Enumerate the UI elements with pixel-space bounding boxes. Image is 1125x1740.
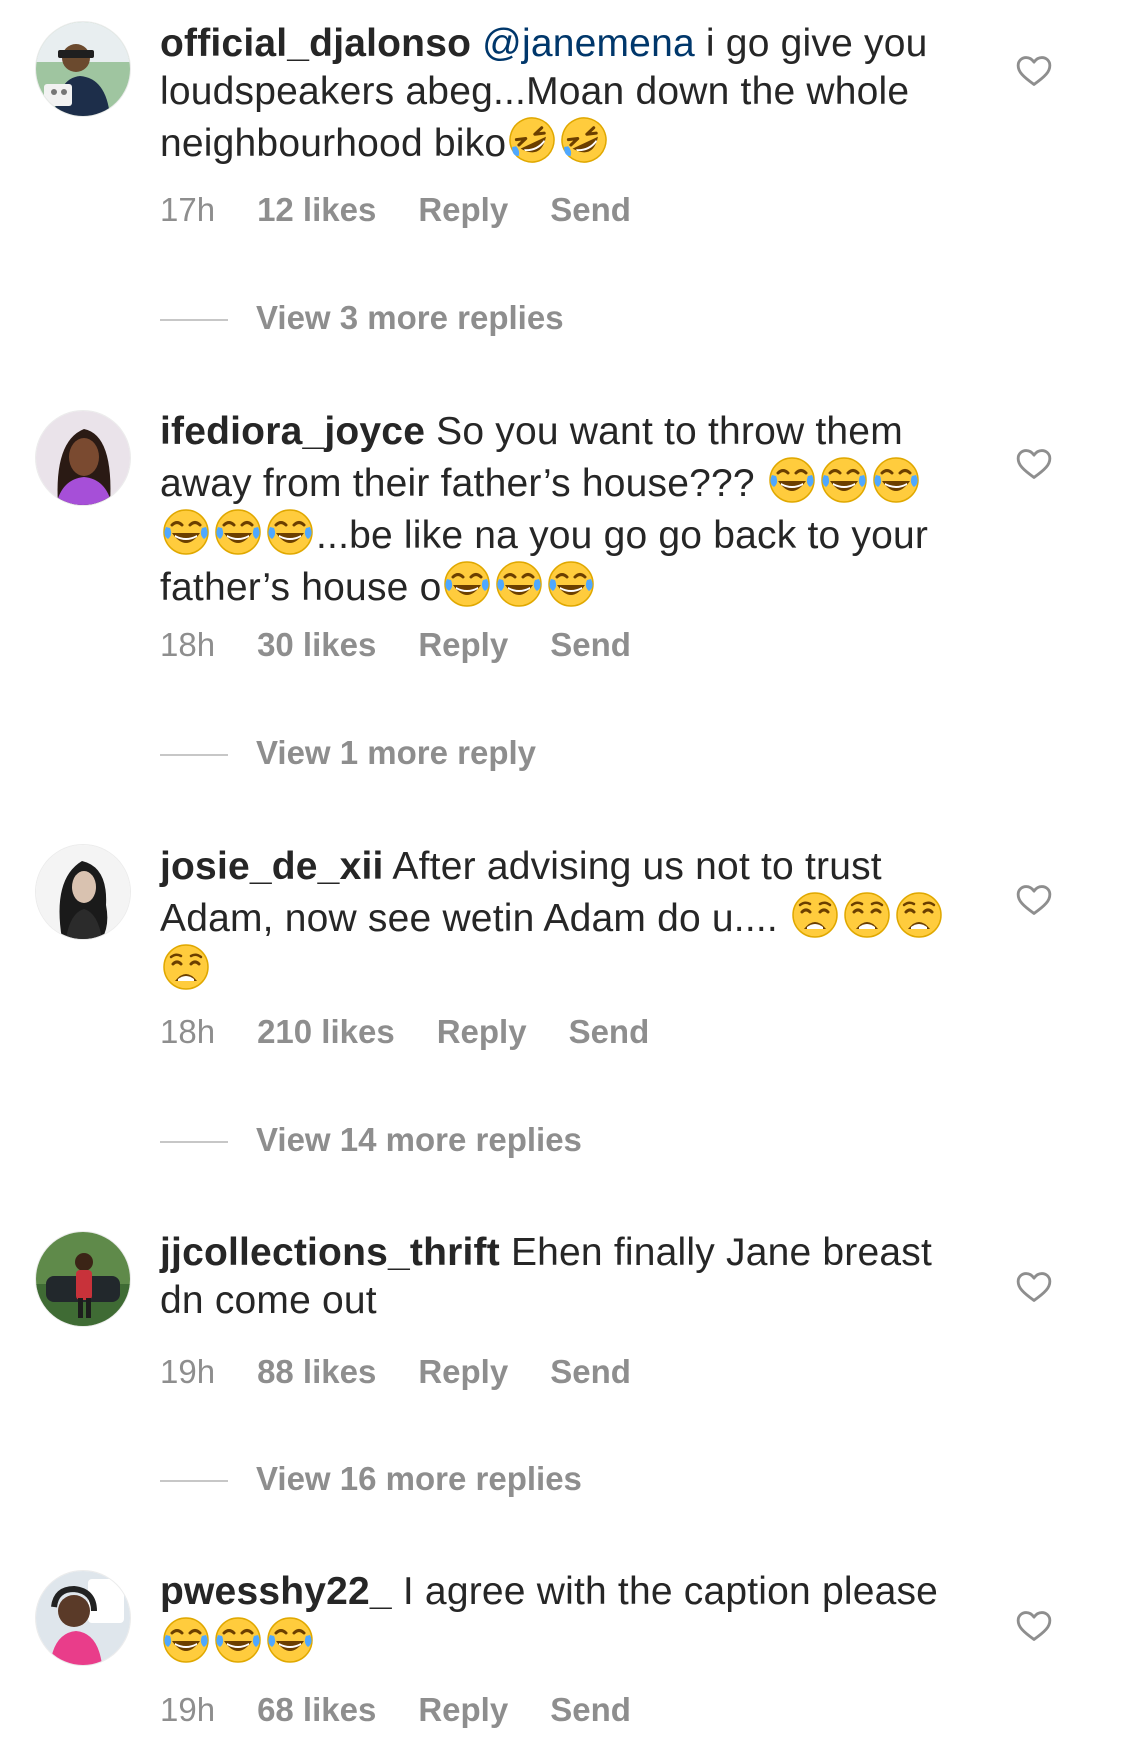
- reply-button[interactable]: Reply: [418, 1353, 508, 1390]
- face-with-tears-of-joy-emoji: [820, 456, 868, 504]
- view-more-replies-button[interactable]: View 1 more reply: [160, 733, 536, 773]
- heart-outline-icon[interactable]: [1015, 52, 1053, 90]
- heart-outline-icon[interactable]: [1015, 445, 1053, 483]
- face-with-tears-of-joy-emoji: [214, 508, 262, 556]
- face-with-tears-of-joy-emoji: [162, 1616, 210, 1664]
- face-with-tears-of-joy-emoji: [495, 560, 543, 608]
- weary-face-emoji: [162, 943, 210, 991]
- heart-outline-icon[interactable]: [1015, 1268, 1053, 1306]
- heart-outline-icon[interactable]: [1015, 1607, 1053, 1645]
- comment-message: I agree with the caption please: [402, 1570, 939, 1613]
- avatar-photo-icon[interactable]: [36, 1571, 130, 1665]
- reply-button[interactable]: Reply: [437, 1013, 527, 1050]
- likes-count[interactable]: 210 likes: [257, 1013, 395, 1050]
- rolling-on-floor-laughing-emoji: [508, 116, 557, 164]
- comment-meta: 17h 12 likes Reply Send: [160, 190, 673, 230]
- rolling-on-floor-laughing-emoji: [560, 116, 609, 164]
- comment-mention[interactable]: @janemena: [482, 22, 695, 65]
- comment-text: jjcollections_thrift Ehen finally Jane b…: [160, 1229, 950, 1325]
- face-with-tears-of-joy-emoji: [872, 456, 920, 504]
- view-replies-label: View 16 more replies: [256, 1460, 582, 1497]
- comment-meta: 19h 88 likes Reply Send: [160, 1352, 673, 1392]
- comment-text: ifediora_joyce So you want to throw them…: [160, 408, 950, 612]
- face-with-tears-of-joy-emoji: [547, 560, 595, 608]
- comment-text: pwesshy22_ I agree with the caption plea…: [160, 1568, 950, 1668]
- avatar-photo-icon[interactable]: [36, 1232, 130, 1326]
- comment-text: official_djalonso @janemena i go give yo…: [160, 20, 950, 168]
- comment-text: josie_de_xii After advising us not to tr…: [160, 843, 950, 995]
- heart-outline-icon[interactable]: [1015, 881, 1053, 919]
- send-button[interactable]: Send: [550, 191, 631, 228]
- likes-count[interactable]: 68 likes: [257, 1691, 376, 1728]
- comment-time: 18h: [160, 626, 216, 663]
- send-button[interactable]: Send: [550, 1353, 631, 1390]
- send-button[interactable]: Send: [569, 1013, 650, 1050]
- comment-username[interactable]: josie_de_xii: [160, 845, 384, 888]
- comment-meta: 18h 30 likes Reply Send: [160, 625, 673, 665]
- comment-username[interactable]: ifediora_joyce: [160, 410, 425, 453]
- weary-face-emoji: [895, 891, 943, 939]
- comment-username[interactable]: official_djalonso: [160, 22, 471, 65]
- weary-face-emoji: [791, 891, 839, 939]
- comment-time: 17h: [160, 191, 216, 228]
- replies-divider: [160, 1141, 228, 1144]
- view-more-replies-button[interactable]: View 14 more replies: [160, 1120, 582, 1160]
- replies-divider: [160, 754, 228, 757]
- face-with-tears-of-joy-emoji: [162, 508, 210, 556]
- comment-time: 19h: [160, 1691, 216, 1728]
- send-button[interactable]: Send: [550, 1691, 631, 1728]
- view-replies-label: View 3 more replies: [256, 299, 564, 336]
- face-with-tears-of-joy-emoji: [443, 560, 491, 608]
- face-with-tears-of-joy-emoji: [266, 508, 314, 556]
- face-with-tears-of-joy-emoji: [768, 456, 816, 504]
- comment-username[interactable]: pwesshy22_: [160, 1570, 392, 1613]
- face-with-tears-of-joy-emoji: [214, 1616, 262, 1664]
- replies-divider: [160, 1480, 228, 1483]
- avatar-photo-icon[interactable]: [36, 411, 130, 505]
- comment-meta: 19h 68 likes Reply Send: [160, 1690, 673, 1730]
- reply-button[interactable]: Reply: [418, 626, 508, 663]
- likes-count[interactable]: 12 likes: [257, 191, 376, 228]
- comment-meta: 18h 210 likes Reply Send: [160, 1012, 691, 1052]
- comment-time: 19h: [160, 1353, 216, 1390]
- reply-button[interactable]: Reply: [418, 191, 508, 228]
- face-with-tears-of-joy-emoji: [266, 1616, 314, 1664]
- reply-button[interactable]: Reply: [418, 1691, 508, 1728]
- view-more-replies-button[interactable]: View 3 more replies: [160, 298, 564, 338]
- likes-count[interactable]: 88 likes: [257, 1353, 376, 1390]
- avatar-photo-icon[interactable]: [36, 845, 130, 939]
- comment-username[interactable]: jjcollections_thrift: [160, 1231, 500, 1274]
- view-replies-label: View 14 more replies: [256, 1121, 582, 1158]
- send-button[interactable]: Send: [550, 626, 631, 663]
- likes-count[interactable]: 30 likes: [257, 626, 376, 663]
- view-replies-label: View 1 more reply: [256, 734, 537, 771]
- comment-time: 18h: [160, 1013, 216, 1050]
- view-more-replies-button[interactable]: View 16 more replies: [160, 1459, 582, 1499]
- avatar-photo-icon[interactable]: [36, 22, 130, 116]
- weary-face-emoji: [843, 891, 891, 939]
- replies-divider: [160, 319, 228, 322]
